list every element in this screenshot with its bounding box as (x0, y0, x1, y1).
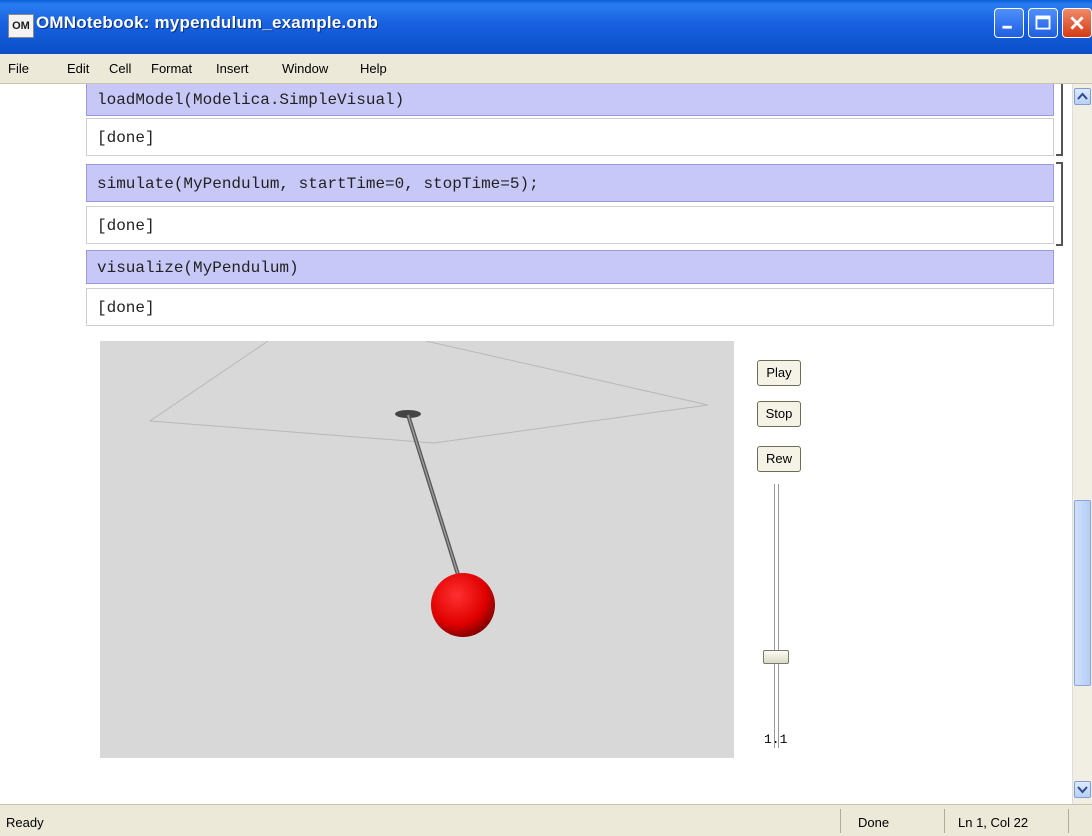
close-button[interactable] (1062, 8, 1092, 38)
floor-plane-outline (148, 340, 709, 444)
time-slider-value: 1.1 (764, 732, 788, 747)
minimize-icon (1002, 25, 1012, 29)
status-text: Ready (6, 815, 44, 830)
cursor-position: Ln 1, Col 22 (958, 815, 1029, 830)
stop-button[interactable]: Stop (757, 401, 801, 427)
title-bar: OM OMNotebook: mypendulum_example.onb (0, 0, 1092, 54)
scroll-thumb[interactable] (1074, 500, 1091, 686)
chevron-up-icon (1077, 92, 1088, 100)
menu-file[interactable]: File (8, 61, 29, 76)
rewind-button[interactable]: Rew (757, 446, 801, 472)
menu-help[interactable]: Help (360, 61, 387, 76)
maximize-button[interactable] (1028, 8, 1058, 38)
scroll-up-button[interactable] (1074, 88, 1091, 105)
notebook-area[interactable]: loadModel(Modelica.SimpleVisual) [done] … (0, 84, 1072, 804)
pendulum-scene (148, 340, 709, 637)
menu-cell[interactable]: Cell (109, 61, 131, 76)
input-cell[interactable]: visualize(MyPendulum) (86, 250, 1054, 284)
status-bar: Ready Done Ln 1, Col 22 (0, 804, 1092, 836)
output-cell[interactable]: [done] (86, 206, 1054, 244)
vertical-scrollbar[interactable] (1072, 84, 1092, 804)
scroll-down-button[interactable] (1074, 781, 1091, 798)
cell-group-bracket[interactable] (1056, 162, 1063, 246)
play-button[interactable]: Play (757, 360, 801, 386)
maximize-icon (1035, 15, 1051, 30)
status-done: Done (858, 815, 890, 830)
time-slider-thumb[interactable] (763, 650, 789, 664)
chevron-down-icon (1077, 786, 1088, 794)
menu-insert[interactable]: Insert (216, 61, 249, 76)
menu-window[interactable]: Window (282, 61, 328, 76)
output-cell[interactable]: [done] (86, 288, 1054, 326)
window-title: OMNotebook: mypendulum_example.onb (36, 13, 379, 32)
status-separator (1068, 809, 1069, 833)
close-icon (1070, 16, 1084, 30)
menu-edit[interactable]: Edit (67, 61, 89, 76)
output-cell[interactable]: [done] (86, 118, 1054, 156)
status-separator (944, 809, 945, 833)
status-separator (840, 809, 841, 833)
3d-viewer[interactable] (100, 340, 734, 758)
time-slider-track[interactable] (774, 484, 779, 748)
pendulum-ball (431, 573, 495, 637)
cell-group-bracket[interactable] (1056, 84, 1063, 156)
menu-format[interactable]: Format (151, 61, 192, 76)
app-icon: OM (8, 14, 34, 38)
input-cell[interactable]: simulate(MyPendulum, startTime=0, stopTi… (86, 164, 1054, 202)
input-cell[interactable]: loadModel(Modelica.SimpleVisual) (86, 84, 1054, 116)
menu-bar: File Edit Cell Format Insert Window Help (0, 54, 1092, 84)
minimize-button[interactable] (994, 8, 1024, 38)
